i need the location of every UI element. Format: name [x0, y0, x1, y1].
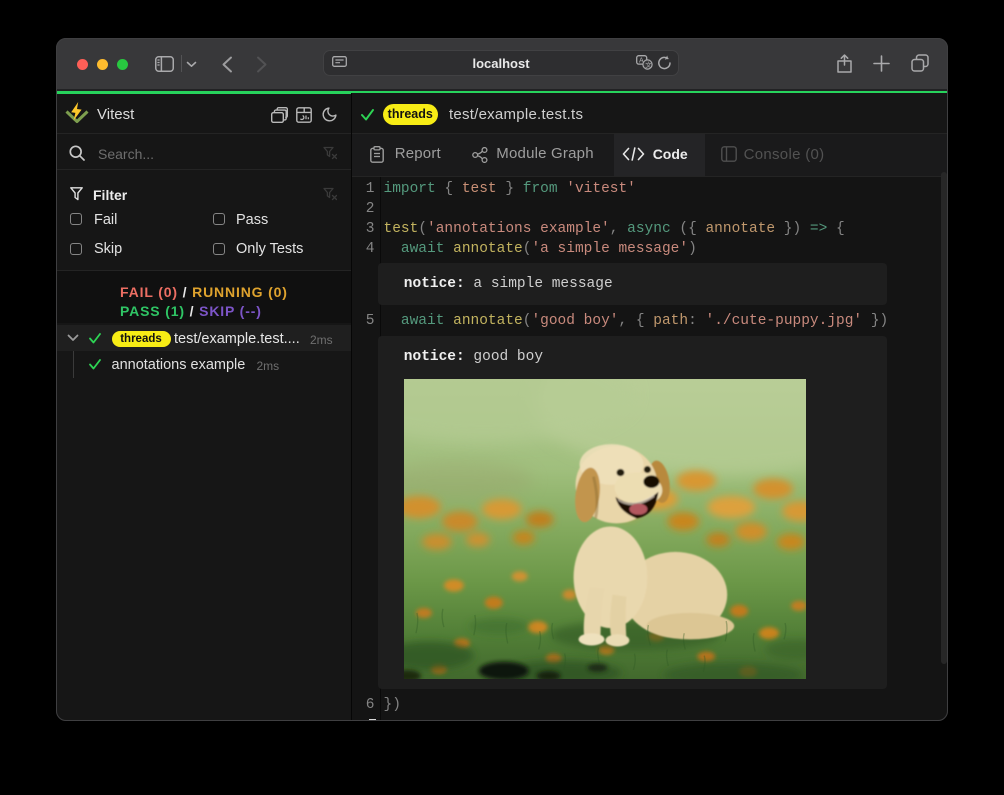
- svg-text:文: 文: [645, 60, 652, 69]
